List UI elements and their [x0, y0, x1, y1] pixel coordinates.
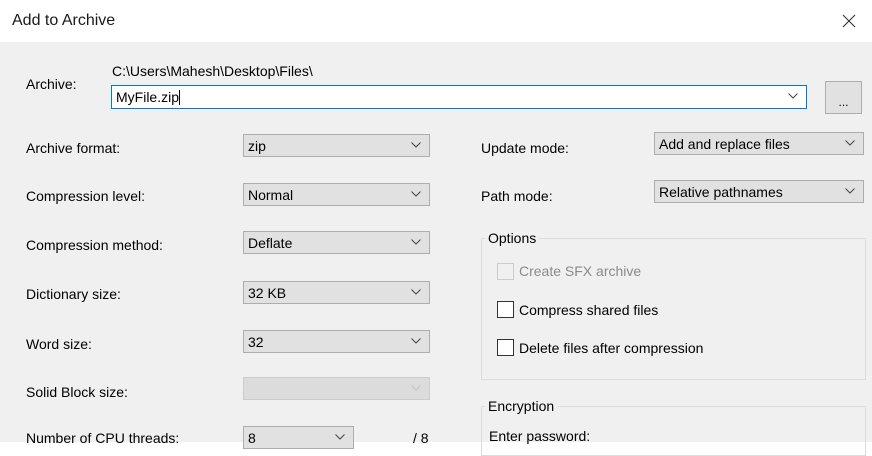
close-button[interactable]: [826, 0, 872, 42]
cpu-threads-label: Number of CPU threads:: [26, 430, 180, 446]
chevron-down-icon: [411, 239, 421, 245]
chevron-down-icon: [411, 289, 421, 295]
archive-name-input[interactable]: MyFile.zip: [116, 89, 179, 105]
chevron-down-icon: [411, 191, 421, 197]
cpu-threads-value: 8: [248, 430, 256, 446]
word-size-select[interactable]: 32: [243, 330, 430, 353]
window-title: Add to Archive: [12, 12, 116, 29]
encryption-group-title: Encryption: [485, 398, 558, 414]
chevron-down-icon: [335, 434, 345, 440]
archive-label: Archive:: [26, 76, 77, 92]
solid-block-size-label: Solid Block size:: [26, 384, 128, 400]
archive-format-label: Archive format:: [26, 140, 121, 156]
chevron-down-icon: [411, 142, 421, 148]
title-bar: Add to Archive: [0, 0, 872, 42]
chevron-down-icon: [411, 338, 421, 344]
delete-after-label[interactable]: Delete files after compression: [519, 340, 703, 356]
path-mode-value: Relative pathnames: [659, 184, 783, 200]
dictionary-size-select[interactable]: 32 KB: [243, 281, 430, 304]
create-sfx-label: Create SFX archive: [519, 263, 642, 279]
chevron-down-icon: [845, 140, 855, 146]
path-mode-select[interactable]: Relative pathnames: [654, 180, 864, 203]
delete-after-checkbox[interactable]: [497, 339, 514, 356]
dictionary-size-label: Dictionary size:: [26, 286, 121, 302]
text-caret: [179, 90, 181, 105]
archive-name-combo[interactable]: MyFile.zip: [111, 85, 807, 109]
path-mode-label: Path mode:: [481, 188, 553, 204]
update-mode-select[interactable]: Add and replace files: [654, 132, 864, 155]
chevron-down-icon: [845, 188, 855, 194]
word-size-value: 32: [248, 334, 264, 350]
cpu-threads-select[interactable]: 8: [243, 426, 354, 449]
word-size-label: Word size:: [26, 336, 92, 352]
options-group-title: Options: [485, 230, 540, 246]
chevron-down-icon: [411, 385, 421, 391]
compression-level-select[interactable]: Normal: [243, 183, 430, 206]
solid-block-size-select: [243, 377, 430, 400]
update-mode-value: Add and replace files: [659, 136, 790, 152]
close-icon: [842, 14, 856, 28]
compress-shared-label[interactable]: Compress shared files: [519, 302, 658, 318]
dialog-body: Archive: C:\Users\Mahesh\Desktop\Files\ …: [0, 42, 872, 456]
archive-path: C:\Users\Mahesh\Desktop\Files\: [112, 63, 313, 79]
compression-method-value: Deflate: [248, 235, 293, 251]
archive-format-select[interactable]: zip: [243, 134, 430, 157]
compression-method-label: Compression method:: [26, 237, 163, 253]
compression-method-select[interactable]: Deflate: [243, 231, 430, 254]
compression-level-label: Compression level:: [26, 188, 146, 204]
cpu-threads-max: / 8: [413, 430, 429, 446]
compression-level-value: Normal: [248, 187, 294, 203]
browse-button[interactable]: ...: [825, 81, 862, 114]
create-sfx-checkbox: [497, 263, 514, 280]
chevron-down-icon: [788, 93, 798, 99]
dictionary-size-value: 32 KB: [248, 285, 287, 301]
update-mode-label: Update mode:: [481, 140, 569, 156]
compress-shared-checkbox[interactable]: [497, 301, 514, 318]
archive-format-value: zip: [248, 138, 266, 154]
